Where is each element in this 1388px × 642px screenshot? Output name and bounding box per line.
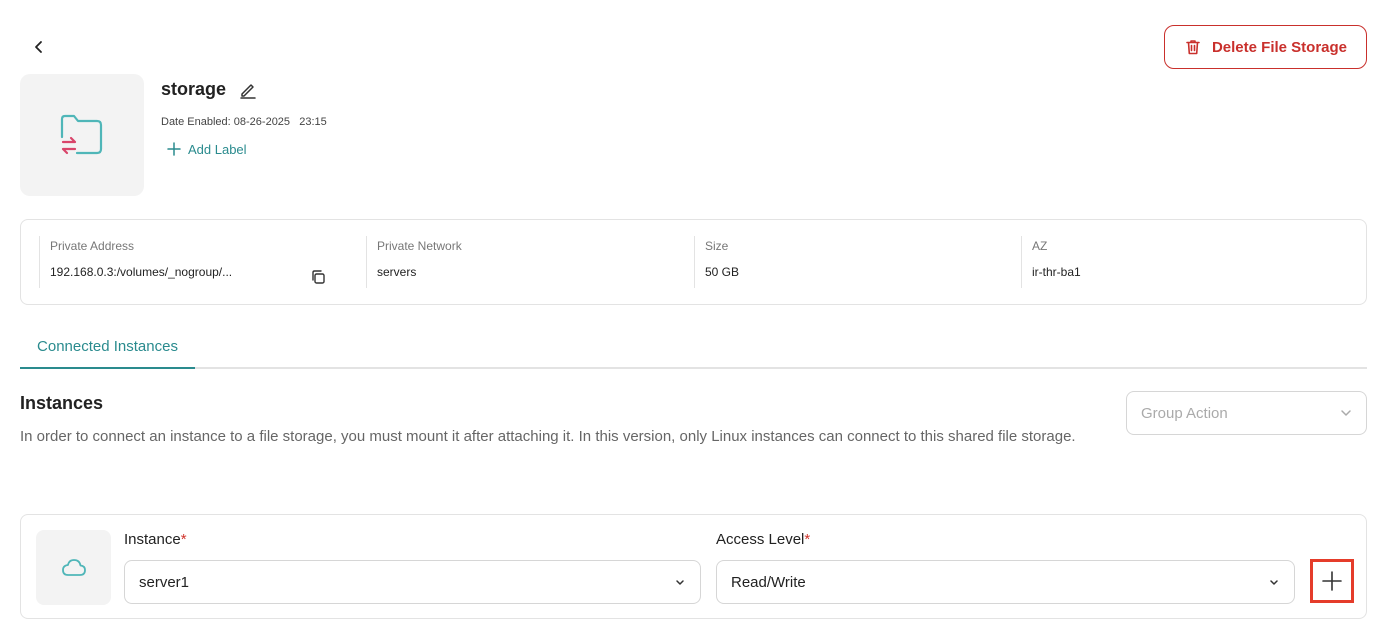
group-action-select[interactable]: Group Action [1126, 391, 1367, 435]
add-label-text: Add Label [188, 141, 247, 157]
required-mark: * [804, 531, 811, 548]
copy-address-button[interactable] [310, 269, 326, 285]
chevron-down-icon [1270, 580, 1278, 585]
private-network-column: Private Network servers [366, 236, 666, 288]
size-column: Size 50 GB [694, 236, 994, 288]
private-address-column: Private Address 192.168.0.3:/volumes/_no… [39, 236, 339, 288]
instance-label-text: Instance [124, 531, 181, 548]
az-column: AZ ir-thr-ba1 [1021, 236, 1321, 288]
group-action-placeholder: Group Action [1141, 404, 1228, 422]
plus-icon [167, 142, 181, 156]
access-level-select-value: Read/Write [731, 573, 806, 591]
required-mark: * [180, 531, 187, 548]
add-label-button[interactable]: Add Label [166, 141, 247, 157]
folder-transfer-icon [60, 114, 103, 155]
chevron-down-icon [1341, 410, 1351, 416]
private-network-label: Private Network [377, 239, 462, 253]
tab-bar: Connected Instances [20, 326, 1367, 369]
plus-icon [1322, 571, 1342, 591]
edit-name-button[interactable] [238, 80, 258, 100]
size-label: Size [705, 239, 729, 253]
instance-select[interactable]: server1 [124, 560, 701, 604]
instance-row-card: Instance* server1 Access Level* Read/Wri… [20, 514, 1367, 619]
tab-connected-instances[interactable]: Connected Instances [20, 326, 195, 369]
private-network-value: servers [377, 265, 417, 279]
chevron-down-icon [676, 580, 684, 585]
private-address-value: 192.168.0.3:/volumes/_nogroup/... [50, 265, 233, 279]
copy-icon [312, 270, 325, 284]
delete-file-storage-button[interactable]: Delete File Storage [1164, 25, 1367, 69]
instances-title: Instances [20, 393, 104, 413]
instance-icon-box [36, 530, 111, 605]
storage-info-card: Private Address 192.168.0.3:/volumes/_no… [20, 219, 1367, 305]
instance-select-value: server1 [139, 573, 190, 591]
instance-field-label: Instance* [124, 531, 187, 548]
back-button[interactable] [28, 36, 50, 58]
az-value: ir-thr-ba1 [1032, 265, 1081, 279]
delete-button-label: Delete File Storage [1211, 38, 1348, 56]
access-level-label-text: Access Level [716, 531, 805, 548]
size-value: 50 GB [705, 265, 740, 279]
cloud-icon [61, 558, 86, 576]
access-level-select[interactable]: Read/Write [716, 560, 1295, 604]
instances-description: In order to connect an instance to a fil… [20, 428, 1076, 445]
storage-icon-box [20, 74, 144, 196]
storage-title-row: storage [161, 79, 258, 100]
trash-icon [1186, 40, 1200, 55]
date-enabled: Date Enabled: 08-26-2025 23:15 [161, 116, 327, 128]
private-address-label: Private Address [50, 239, 135, 253]
chevron-left-icon [35, 41, 42, 53]
access-level-field-label: Access Level* [716, 531, 810, 548]
add-instance-button[interactable] [1310, 559, 1354, 603]
storage-name: storage [161, 79, 227, 99]
pencil-icon [240, 83, 256, 99]
az-label: AZ [1032, 239, 1048, 253]
